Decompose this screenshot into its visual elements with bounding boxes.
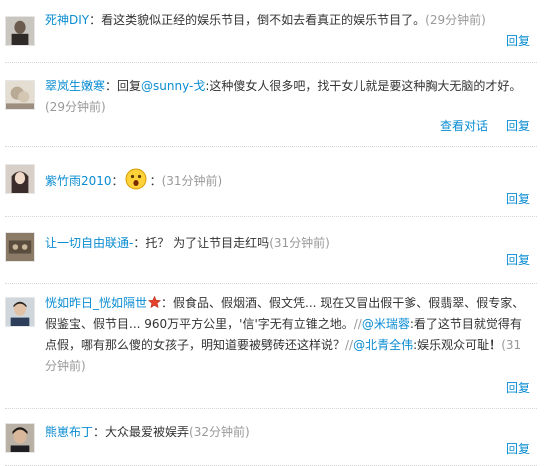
divider bbox=[5, 146, 537, 147]
username-link[interactable]: 死神DIY bbox=[45, 13, 89, 27]
divider bbox=[5, 216, 537, 217]
comment-body: 恍如昨日_恍如隔世 ：假食品、假烟酒、假文凭... 现在又冒出假干爹、假翡翠、假专… bbox=[45, 293, 530, 377]
colon: ： bbox=[161, 296, 174, 310]
comment-text: ： bbox=[149, 174, 162, 188]
comment-actions: 查看对话 回复 bbox=[422, 117, 530, 134]
avatar[interactable] bbox=[5, 16, 35, 46]
reply-button[interactable]: 回复 bbox=[506, 192, 530, 206]
comment-body: 紫竹雨2010： ：(31分钟前) bbox=[45, 168, 530, 192]
username-link[interactable]: 恍如昨日_恍如隔世 bbox=[45, 296, 147, 310]
comment-text: :娱乐观众可耻 bbox=[413, 338, 490, 352]
view-conversation-link[interactable]: 查看对话 bbox=[440, 119, 488, 133]
comment-text: 看这类貌似正经的娱乐节目，倒不如去看真正的娱乐节目了。 bbox=[101, 13, 426, 27]
avatar[interactable] bbox=[5, 164, 35, 194]
comment-actions: 回复 bbox=[488, 379, 530, 396]
avatar[interactable] bbox=[5, 232, 35, 262]
exclamation: ！ bbox=[489, 338, 502, 352]
divider bbox=[5, 408, 537, 409]
divider bbox=[5, 62, 537, 63]
reply-button[interactable]: 回复 bbox=[506, 253, 530, 267]
comment-actions: 回复 bbox=[488, 190, 530, 207]
mention-link[interactable]: @北青全伟 bbox=[353, 338, 413, 352]
comment-actions: 回复 bbox=[488, 440, 530, 457]
avatar[interactable] bbox=[5, 80, 35, 110]
timestamp: (31分钟前) bbox=[161, 174, 223, 188]
colon: ： bbox=[111, 174, 124, 188]
timestamp: (29分钟前) bbox=[425, 13, 486, 27]
comment-text: 大众最爱被娱弄 bbox=[105, 425, 190, 439]
comment-actions: 回复 bbox=[488, 251, 530, 268]
surprised-emoji-icon bbox=[125, 168, 147, 190]
reply-button[interactable]: 回复 bbox=[506, 34, 530, 48]
username-link[interactable]: 熊崽布丁 bbox=[45, 425, 93, 439]
username-link[interactable]: 让一切自由联通- bbox=[45, 236, 133, 250]
comment-text: :这种傻女人很多吧，找干女儿就是要这种胸大无脑的才好。 bbox=[205, 79, 522, 93]
username-link[interactable]: 翠岚生嫩寒 bbox=[45, 79, 105, 93]
username-link[interactable]: 紫竹雨2010 bbox=[45, 174, 112, 188]
repost-separator: // bbox=[345, 338, 354, 352]
timestamp: (29分钟前) bbox=[45, 100, 106, 114]
divider bbox=[5, 283, 537, 284]
repost-separator: // bbox=[353, 317, 362, 331]
colon: ： bbox=[93, 425, 106, 439]
reply-button[interactable]: 回复 bbox=[506, 442, 530, 456]
comment-body: 翠岚生嫩寒：回复@sunny-戈:这种傻女人很多吧，找干女儿就是要这种胸大无脑的… bbox=[45, 76, 530, 118]
colon: ： bbox=[89, 13, 102, 27]
avatar[interactable] bbox=[5, 423, 35, 453]
star-icon bbox=[147, 294, 162, 309]
comment-text: 托？ 为了让节目走红吗 bbox=[145, 236, 270, 250]
colon: ： bbox=[133, 236, 146, 250]
comment-body: 熊崽布丁：大众最爱被娱弄(32分钟前) bbox=[45, 422, 530, 443]
timestamp: (32分钟前) bbox=[189, 425, 250, 439]
colon: ：回复 bbox=[105, 79, 142, 93]
timestamp: (31分钟前) bbox=[269, 236, 330, 250]
comment-actions: 回复 bbox=[488, 32, 530, 49]
mention-link[interactable]: @米瑞蓉 bbox=[362, 317, 410, 331]
mention-link[interactable]: @sunny-戈 bbox=[141, 79, 205, 93]
comment-body: 死神DIY：看这类貌似正经的娱乐节目，倒不如去看真正的娱乐节目了。(29分钟前) bbox=[45, 10, 530, 31]
comment-body: 让一切自由联通-：托？ 为了让节目走红吗(31分钟前) bbox=[45, 233, 530, 254]
reply-button[interactable]: 回复 bbox=[506, 381, 530, 395]
avatar[interactable] bbox=[5, 297, 35, 327]
reply-button[interactable]: 回复 bbox=[506, 119, 530, 133]
